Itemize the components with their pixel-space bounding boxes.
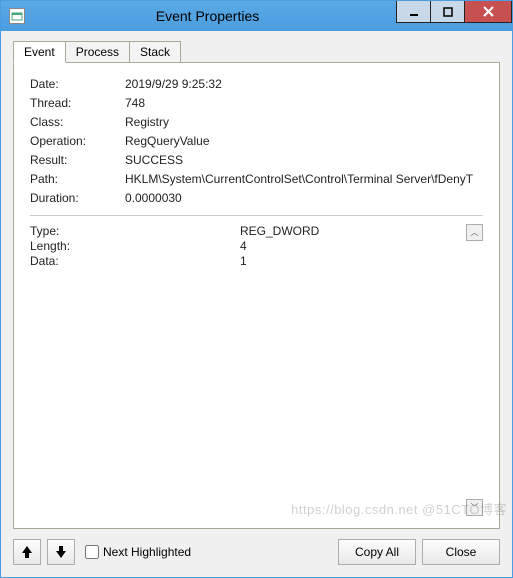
value-duration: 0.0000030 — [125, 191, 483, 205]
value-result: SUCCESS — [125, 153, 483, 167]
copy-all-button[interactable]: Copy All — [338, 539, 416, 565]
client-area: Event Process Stack Date: 2019/9/29 9:25… — [1, 31, 512, 577]
titlebar[interactable]: Event Properties — [1, 1, 512, 31]
tab-strip: Event Process Stack — [13, 41, 500, 62]
scroll-down-button[interactable]: ﹀ — [466, 499, 483, 516]
minimize-button[interactable] — [396, 1, 430, 23]
label-duration: Duration: — [30, 191, 125, 205]
extra-grid: Type: REG_DWORD Length: 4 Data: 1 — [30, 224, 462, 516]
value-data: 1 — [240, 254, 462, 268]
value-type: REG_DWORD — [240, 224, 462, 238]
extra-scrollbar: ︿ ﹀ — [466, 224, 483, 516]
label-data: Data: — [30, 254, 240, 268]
value-date: 2019/9/29 9:25:32 — [125, 77, 483, 91]
next-event-button[interactable] — [47, 539, 75, 565]
next-highlighted-text: Next Highlighted — [103, 545, 191, 559]
label-type: Type: — [30, 224, 240, 238]
tab-stack[interactable]: Stack — [129, 41, 181, 62]
window-controls — [396, 1, 512, 23]
label-operation: Operation: — [30, 134, 125, 148]
label-length: Length: — [30, 239, 240, 253]
event-properties-window: Event Properties Event Process Stack Dat… — [0, 0, 513, 578]
label-result: Result: — [30, 153, 125, 167]
arrow-down-icon — [55, 545, 67, 559]
maximize-button[interactable] — [430, 1, 464, 23]
scroll-up-button[interactable]: ︿ — [466, 224, 483, 241]
app-icon — [9, 8, 25, 24]
value-length: 4 — [240, 239, 462, 253]
close-window-button[interactable] — [464, 1, 512, 23]
label-class: Class: — [30, 115, 125, 129]
bottom-bar: Next Highlighted Copy All Close — [13, 539, 500, 565]
value-thread: 748 — [125, 96, 483, 110]
arrow-up-icon — [21, 545, 33, 559]
property-grid: Date: 2019/9/29 9:25:32 Thread: 748 Clas… — [30, 77, 483, 205]
next-highlighted-checkbox[interactable] — [85, 545, 99, 559]
tab-event[interactable]: Event — [13, 41, 66, 63]
close-button[interactable]: Close — [422, 539, 500, 565]
label-path: Path: — [30, 172, 125, 186]
value-path: HKLM\System\CurrentControlSet\Control\Te… — [125, 172, 483, 186]
label-date: Date: — [30, 77, 125, 91]
value-operation: RegQueryValue — [125, 134, 483, 148]
next-highlighted-label[interactable]: Next Highlighted — [85, 545, 191, 559]
tab-panel-event: Date: 2019/9/29 9:25:32 Thread: 748 Clas… — [13, 62, 500, 529]
tab-process[interactable]: Process — [65, 41, 130, 62]
label-thread: Thread: — [30, 96, 125, 110]
prev-event-button[interactable] — [13, 539, 41, 565]
extra-area: Type: REG_DWORD Length: 4 Data: 1 ︿ ﹀ — [30, 224, 483, 516]
divider — [30, 215, 483, 216]
value-class: Registry — [125, 115, 483, 129]
